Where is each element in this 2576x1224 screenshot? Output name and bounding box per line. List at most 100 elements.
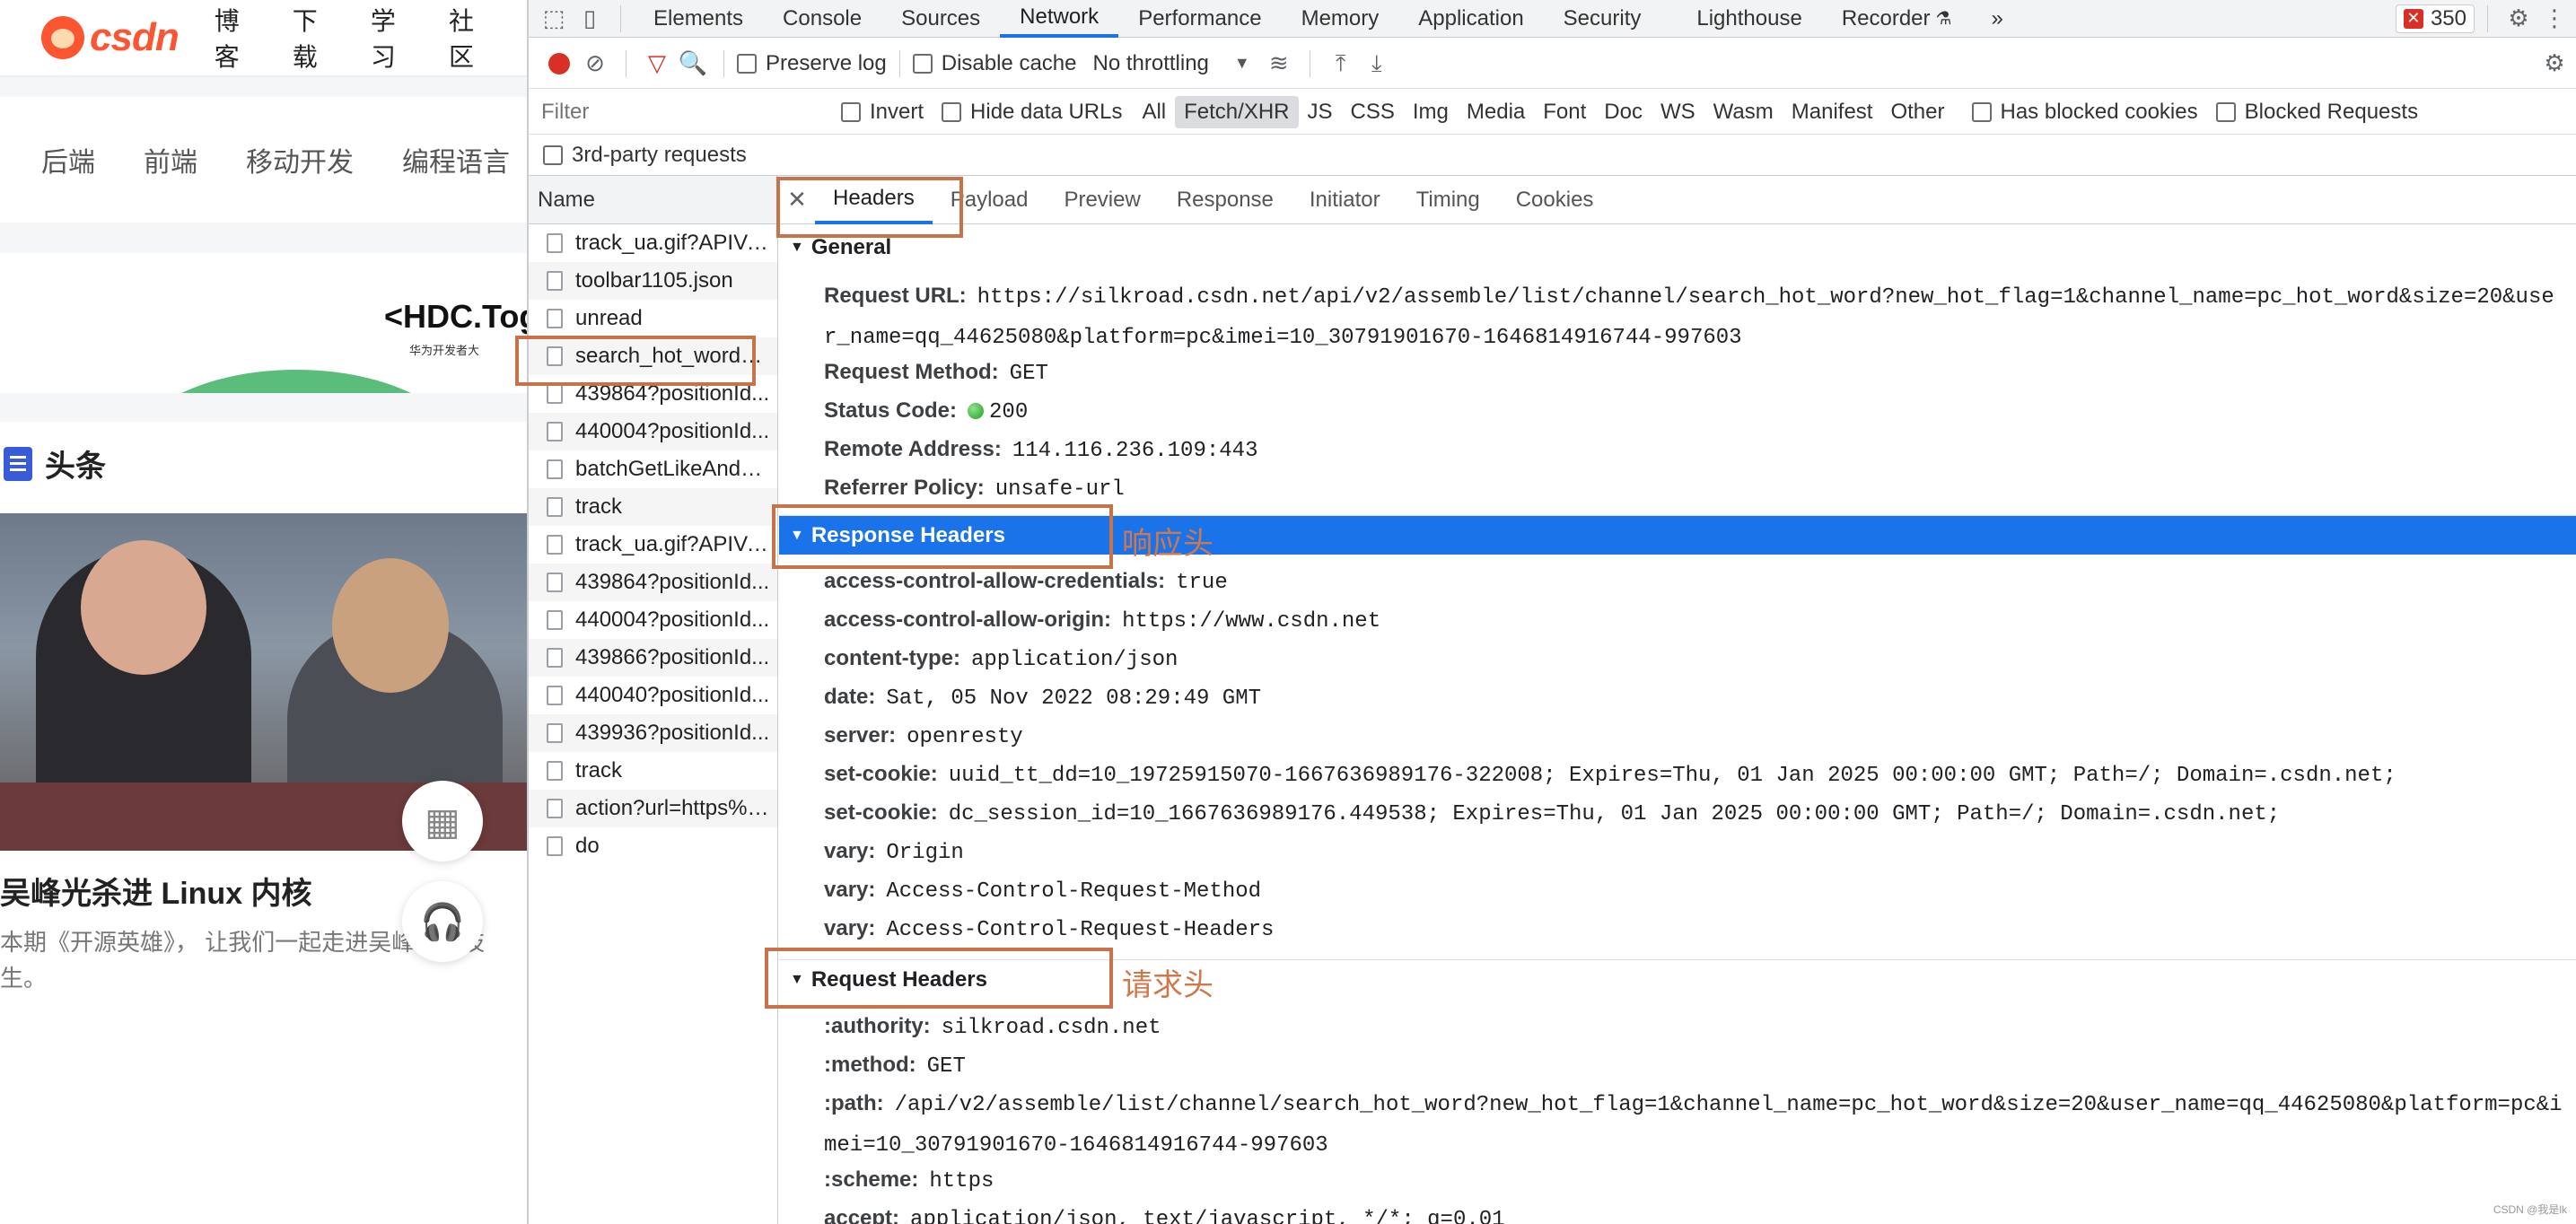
- inspect-icon[interactable]: ⬚: [536, 1, 572, 37]
- request-row[interactable]: track: [529, 488, 777, 526]
- csdn-logo[interactable]: csdn: [41, 15, 180, 60]
- watermark: CSDN @我是lk: [2493, 1203, 2567, 1216]
- preserve-log-checkbox[interactable]: [737, 53, 757, 74]
- article-title[interactable]: 吴峰光杀进 Linux 内核: [0, 869, 312, 913]
- type-filter-js[interactable]: JS: [1299, 96, 1342, 128]
- has-blocked-cookies-checkbox[interactable]: [1971, 101, 1992, 122]
- filter-icon[interactable]: ▽: [639, 46, 675, 82]
- type-filter-css[interactable]: CSS: [1342, 96, 1404, 128]
- more-tabs-button[interactable]: »: [1971, 0, 2022, 38]
- tab-payload[interactable]: Payload: [933, 176, 1047, 224]
- file-icon: [547, 233, 563, 253]
- request-row[interactable]: 439866?positionId...: [529, 639, 777, 677]
- request-name: 440004?positionId...: [575, 419, 770, 443]
- request-row[interactable]: unread: [529, 300, 777, 337]
- tab-preview[interactable]: Preview: [1046, 176, 1158, 224]
- authority-row: :authority: silkroad.csdn.net: [824, 1007, 1161, 1047]
- wifi-icon[interactable]: ≋: [1261, 46, 1297, 82]
- tab-console[interactable]: Console: [763, 0, 881, 38]
- disable-cache-checkbox[interactable]: [912, 53, 933, 74]
- nav-community[interactable]: 社区: [449, 2, 491, 74]
- tab-security[interactable]: Security: [1544, 0, 1661, 38]
- request-row[interactable]: search_hot_word?n...: [529, 337, 777, 375]
- record-icon[interactable]: [541, 46, 577, 82]
- error-count-badge[interactable]: ✕ 350: [2395, 4, 2475, 33]
- tab-elements[interactable]: Elements: [634, 0, 763, 38]
- hdc-banner[interactable]: <HDC.Tog 华为开发者大: [0, 253, 527, 393]
- response-headers-section-header[interactable]: ▼ Response Headers: [779, 515, 2576, 555]
- customer-service-button[interactable]: 🎧: [402, 881, 483, 962]
- search-icon[interactable]: 🔍: [675, 46, 711, 82]
- qr-code-button[interactable]: ▦: [402, 781, 483, 861]
- filter-input[interactable]: [529, 94, 825, 129]
- request-row[interactable]: track_ua.gif?APIVersi...: [529, 224, 777, 262]
- category-frontend[interactable]: 前端: [144, 140, 197, 179]
- status-code-row: Status Code: 200: [824, 391, 1028, 432]
- type-filter-manifest[interactable]: Manifest: [1783, 96, 1882, 128]
- type-filter-other[interactable]: Other: [1881, 96, 1953, 128]
- more-icon[interactable]: ⋮: [2537, 1, 2572, 37]
- method-value: GET: [926, 1054, 966, 1079]
- category-backend[interactable]: 后端: [41, 140, 95, 179]
- third-party-checkbox[interactable]: [543, 144, 563, 165]
- third-party-label: 3rd-party requests: [572, 142, 747, 167]
- upload-icon[interactable]: ⤒: [1323, 46, 1359, 82]
- invert-checkbox[interactable]: [841, 101, 861, 122]
- type-filter-fetch-xhr[interactable]: Fetch/XHR: [1175, 95, 1299, 128]
- type-filter-font[interactable]: Font: [1534, 96, 1595, 128]
- tab-recorder[interactable]: Recorder ⚗: [1822, 0, 1972, 38]
- request-name: track: [575, 494, 623, 519]
- tab-network[interactable]: Network: [1000, 0, 1119, 38]
- type-filter-wasm[interactable]: Wasm: [1704, 96, 1783, 128]
- response-header-row: date: Sat, 05 Nov 2022 08:29:49 GMT: [824, 678, 1261, 718]
- tab-cookies[interactable]: Cookies: [1498, 176, 1612, 224]
- category-language[interactable]: 编程语言: [402, 140, 510, 179]
- request-row[interactable]: 440004?positionId...: [529, 601, 777, 639]
- request-row[interactable]: 440004?positionId...: [529, 413, 777, 450]
- tab-timing[interactable]: Timing: [1398, 176, 1498, 224]
- gear-icon[interactable]: ⚙: [2501, 1, 2537, 37]
- nav-learn[interactable]: 学习: [371, 2, 413, 74]
- tab-sources[interactable]: Sources: [881, 0, 1000, 38]
- request-row[interactable]: 439936?positionId...: [529, 714, 777, 752]
- nav-blog[interactable]: 博客: [215, 2, 257, 74]
- type-filter-all[interactable]: All: [1133, 96, 1175, 128]
- type-filter-ws[interactable]: WS: [1652, 96, 1704, 128]
- request-row[interactable]: 440040?positionId...: [529, 677, 777, 714]
- device-toolbar-icon[interactable]: ▯: [572, 1, 608, 37]
- clear-icon[interactable]: ⊘: [577, 46, 613, 82]
- response-header-row: vary: Access-Control-Request-Method: [824, 870, 1261, 911]
- tab-headers[interactable]: Headers: [815, 176, 933, 224]
- type-filter-doc[interactable]: Doc: [1595, 96, 1652, 128]
- request-row[interactable]: batchGetLikeAndFa...: [529, 450, 777, 488]
- category-mobile[interactable]: 移动开发: [246, 140, 354, 179]
- download-icon[interactable]: ⤓: [1359, 46, 1395, 82]
- tab-memory[interactable]: Memory: [1282, 0, 1399, 38]
- request-row[interactable]: 439864?positionId...: [529, 375, 777, 413]
- request-row[interactable]: track_ua.gif?APIVersi...: [529, 526, 777, 564]
- request-details: ✕ Headers Payload Preview Response Initi…: [779, 176, 2576, 1224]
- tab-lighthouse[interactable]: Lighthouse: [1677, 0, 1821, 38]
- request-row[interactable]: 439864?positionId...: [529, 564, 777, 601]
- type-filter-img[interactable]: Img: [1404, 96, 1458, 128]
- tab-response[interactable]: Response: [1159, 176, 1292, 224]
- response-header-row: content-type: application/json: [824, 639, 1178, 679]
- request-row[interactable]: action?url=https%3...: [529, 790, 777, 827]
- request-row[interactable]: do: [529, 827, 777, 865]
- request-row[interactable]: track: [529, 752, 777, 790]
- nav-download[interactable]: 下载: [293, 2, 335, 74]
- tab-application[interactable]: Application: [1398, 0, 1543, 38]
- blocked-requests-checkbox[interactable]: [2215, 101, 2236, 122]
- request-headers-section-header[interactable]: ▼ Request Headers: [779, 959, 2576, 999]
- throttling-select[interactable]: No throttling ▼: [1092, 51, 1249, 76]
- network-settings-icon[interactable]: ⚙: [2537, 46, 2572, 82]
- name-column-header[interactable]: Name: [529, 176, 777, 224]
- general-section-header[interactable]: ▼ General: [779, 228, 2576, 267]
- type-filter-media[interactable]: Media: [1458, 96, 1534, 128]
- header-value: Origin: [886, 841, 964, 865]
- tab-performance[interactable]: Performance: [1118, 0, 1281, 38]
- hide-data-urls-checkbox[interactable]: [942, 101, 962, 122]
- tab-initiator[interactable]: Initiator: [1292, 176, 1398, 224]
- request-row[interactable]: toolbar1105.json: [529, 262, 777, 300]
- close-icon[interactable]: ✕: [779, 176, 815, 224]
